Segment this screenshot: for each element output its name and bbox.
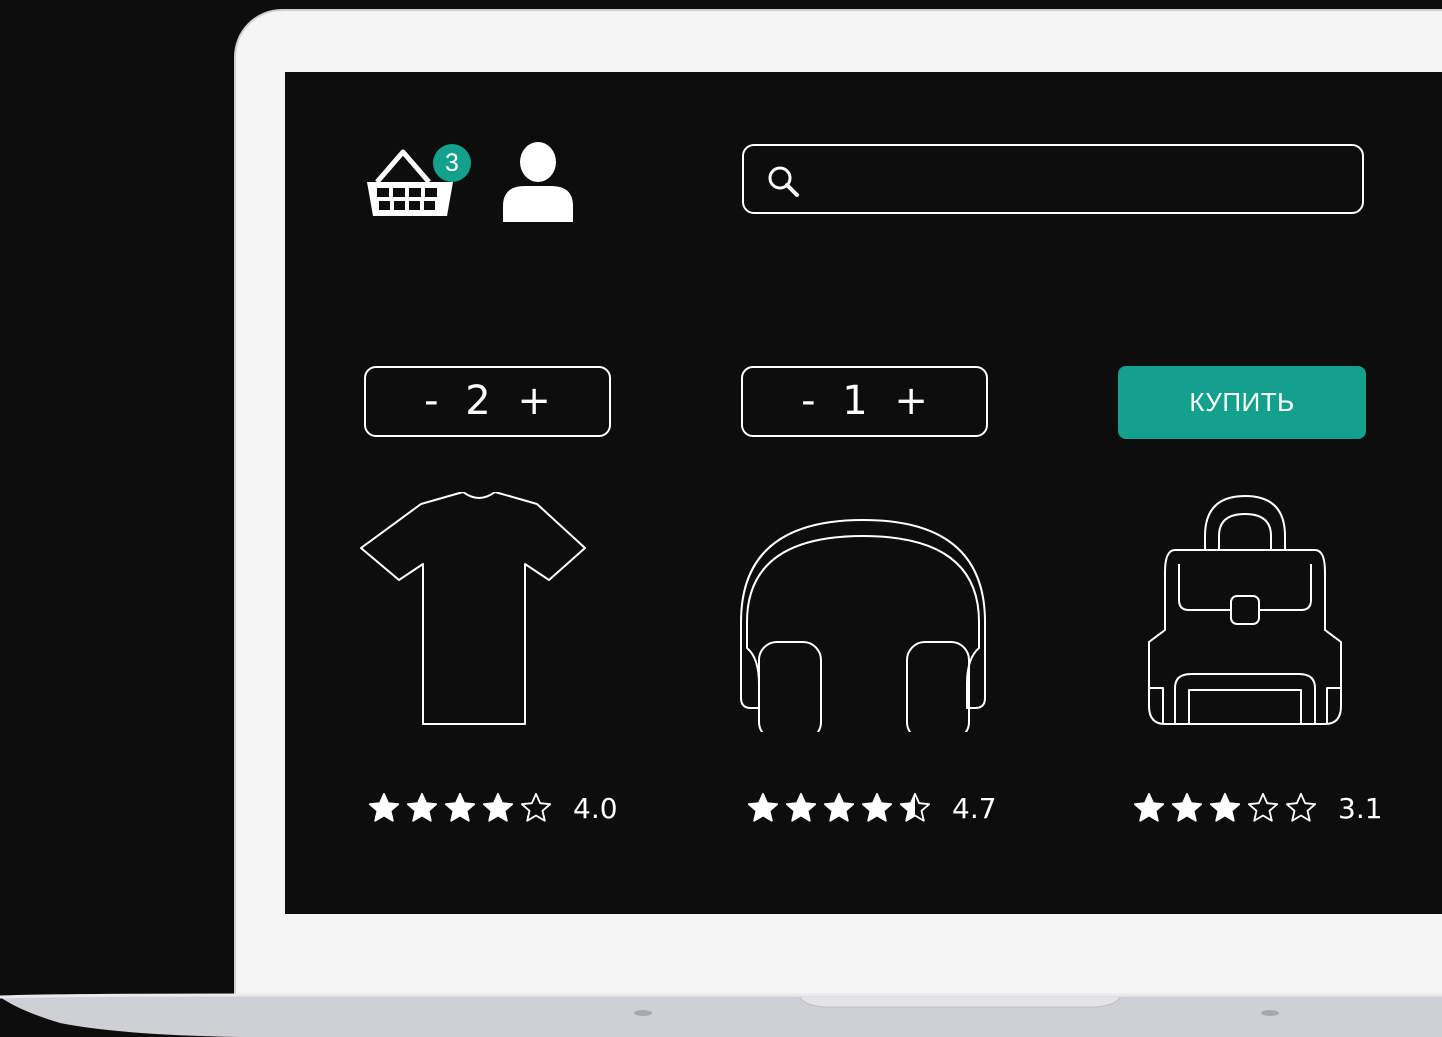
star-empty-icon [1247,792,1279,822]
rating-backpack: 3.1 [1132,788,1383,828]
quantity-stepper-tshirt[interactable]: - 2 + [364,366,611,437]
star-full-icon [1133,792,1165,822]
star-empty-icon [520,792,552,822]
star-rating [1132,791,1318,825]
star-full-icon [368,792,400,822]
buy-button[interactable]: КУПИТЬ [1118,366,1366,439]
star-full-icon [823,792,855,822]
star-rating [746,791,932,825]
search-input[interactable] [814,146,1348,214]
quantity-value: 2 [465,378,491,424]
search-icon[interactable] [764,162,804,202]
laptop-base [0,993,1442,1037]
star-full-icon [482,792,514,822]
t-shirt-icon[interactable] [355,492,615,732]
star-empty-icon [1285,792,1317,822]
increment-button[interactable]: + [517,368,551,435]
decrement-button[interactable]: - [424,368,438,435]
quantity-stepper-headphones[interactable]: - 1 + [741,366,988,437]
rating-value: 3.1 [1338,791,1383,825]
star-full-icon [747,792,779,822]
quantity-value: 1 [842,378,868,424]
increment-button[interactable]: + [894,368,928,435]
star-full-icon [1171,792,1203,822]
star-full-icon [861,792,893,822]
user-icon[interactable] [495,138,581,222]
star-rating [367,791,553,825]
rating-value: 4.7 [952,791,997,825]
rating-headphones: 4.7 [746,788,997,828]
search-bar[interactable] [742,144,1364,214]
star-full-icon [785,792,817,822]
backpack-icon[interactable] [1115,492,1375,732]
star-half-icon [899,792,931,822]
decrement-button[interactable]: - [801,368,815,435]
rating-tshirt: 4.0 [367,788,618,828]
cart-count-badge: 3 [433,144,471,182]
star-full-icon [444,792,476,822]
star-full-icon [1209,792,1241,822]
laptop-screen: 3 - 2 + - 1 + КУПИТЬ 4.0 4.7 3.1 [285,72,1442,914]
star-full-icon [406,792,438,822]
headphones-icon[interactable] [733,492,993,732]
rating-value: 4.0 [573,791,618,825]
